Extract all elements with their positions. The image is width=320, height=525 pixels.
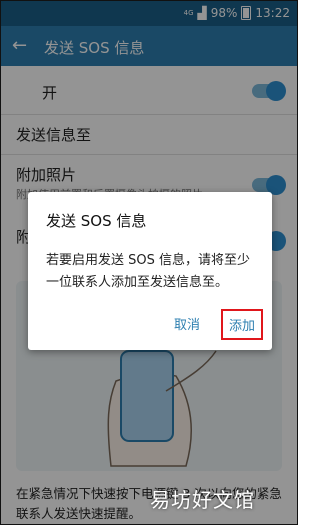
dialog-message: 若要启用发送 SOS 信息，请将至少一位联系人添加至发送信息至。 <box>46 253 251 290</box>
add-button[interactable]: 添加 <box>221 309 264 340</box>
watermark: 易坊好文馆 <box>150 488 255 512</box>
cancel-button[interactable]: 取消 <box>174 314 200 333</box>
sos-dialog: 发送 SOS 信息 若要启用发送 SOS 信息，请将至少一位联系人添加至发送信息… <box>28 192 272 350</box>
dialog-title: 发送 SOS 信息 <box>46 212 147 230</box>
